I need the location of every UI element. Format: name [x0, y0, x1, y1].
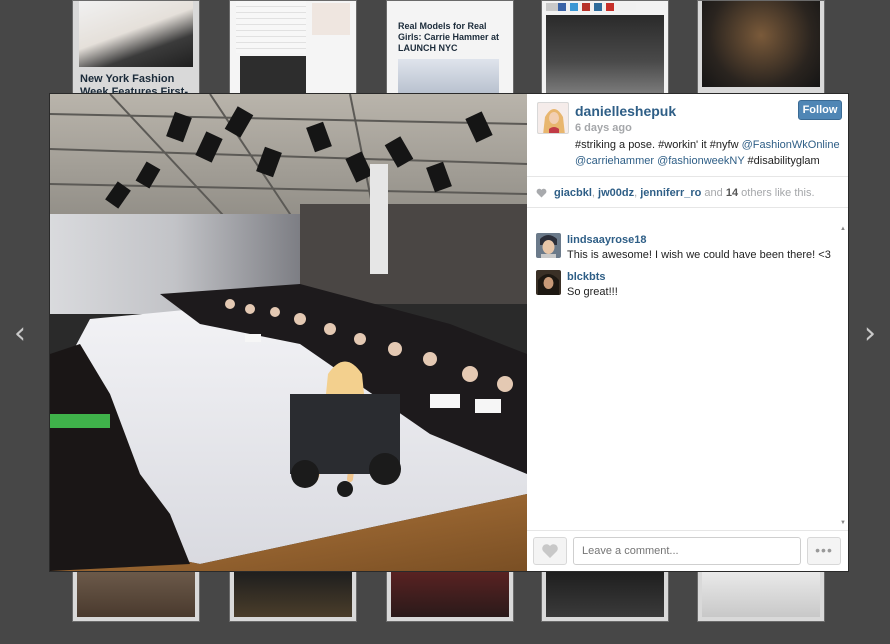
next-arrow-icon[interactable]: ›	[864, 316, 876, 351]
caption-text: #disabilityglam	[744, 155, 820, 167]
post-photo	[50, 94, 527, 571]
post-username[interactable]: danielleshepuk	[575, 103, 676, 119]
liker-link[interactable]: giacbkl	[554, 187, 592, 199]
scroll-up-icon[interactable]: ▲	[840, 226, 846, 232]
avatar[interactable]	[537, 102, 569, 134]
avatar[interactable]	[536, 233, 561, 258]
mention-link[interactable]: @carriehammer	[575, 155, 654, 167]
background-card[interactable]: New York Fashion Week Features First-	[72, 0, 200, 94]
likes-row: giacbkl, jw00dz, jenniferr_ro and 14 oth…	[527, 178, 848, 208]
post-modal: danielleshepuk 6 days ago #striking a po…	[50, 94, 848, 571]
background-card[interactable]	[229, 570, 357, 622]
background-card[interactable]	[229, 0, 357, 94]
post-sidebar: danielleshepuk 6 days ago #striking a po…	[527, 94, 848, 571]
background-card[interactable]	[541, 0, 669, 94]
background-card[interactable]	[697, 570, 825, 622]
mention-link[interactable]: @FashionWkOnline	[742, 139, 840, 151]
post-header: danielleshepuk 6 days ago #striking a po…	[527, 94, 848, 177]
likes-count[interactable]: 14	[726, 187, 738, 199]
background-card[interactable]	[72, 570, 200, 622]
liker-link[interactable]: jw00dz	[598, 187, 634, 199]
previous-arrow-icon[interactable]: ‹	[14, 316, 26, 351]
post-timestamp[interactable]: 6 days ago	[575, 122, 632, 134]
likes-and-text: and	[701, 187, 726, 199]
comment-item: lindsaayrose18 This is awesome! I wish w…	[536, 233, 836, 263]
comments-list: lindsaayrose18 This is awesome! I wish w…	[527, 226, 840, 526]
avatar-image	[538, 103, 568, 133]
follow-button[interactable]: Follow	[798, 100, 842, 120]
comment-username[interactable]: blckbts	[567, 271, 606, 283]
likes-suffix: others like this.	[738, 187, 815, 199]
comment-text: So great!!!	[567, 286, 618, 298]
comment-footer: •••	[527, 530, 848, 571]
background-card-title: New York Fashion Week Features First-	[80, 73, 189, 94]
background-card[interactable]: Real Models for Real Girls: Carrie Hamme…	[386, 0, 514, 94]
post-caption: #striking a pose. #workin' it #nyfw @Fas…	[575, 137, 841, 169]
comment-item: blckbts So great!!!	[536, 270, 836, 300]
mention-link[interactable]: @fashionweekNY	[657, 155, 744, 167]
comment-input[interactable]	[573, 537, 801, 565]
background-card[interactable]	[386, 570, 514, 622]
background-card[interactable]	[697, 0, 825, 94]
liker-link[interactable]: jenniferr_ro	[640, 187, 701, 199]
background-card[interactable]	[541, 570, 669, 622]
caption-text: #striking a pose. #workin' it #nyfw	[575, 139, 742, 151]
avatar[interactable]	[536, 270, 561, 295]
comment-username[interactable]: lindsaayrose18	[567, 234, 647, 246]
more-options-button[interactable]: •••	[807, 537, 841, 565]
avatar-image	[536, 233, 561, 258]
heart-icon	[536, 188, 547, 198]
scroll-down-icon[interactable]: ▼	[840, 520, 846, 526]
like-button[interactable]	[533, 537, 567, 565]
comments-scrollbar[interactable]: ▲ ▼	[840, 226, 846, 526]
comment-text: This is awesome! I wish we could have be…	[567, 249, 831, 261]
avatar-image	[536, 270, 561, 295]
heart-icon	[542, 544, 558, 558]
background-card-title: Real Models for Real Girls: Carrie Hamme…	[398, 21, 500, 53]
runway-photo-image	[50, 94, 527, 571]
